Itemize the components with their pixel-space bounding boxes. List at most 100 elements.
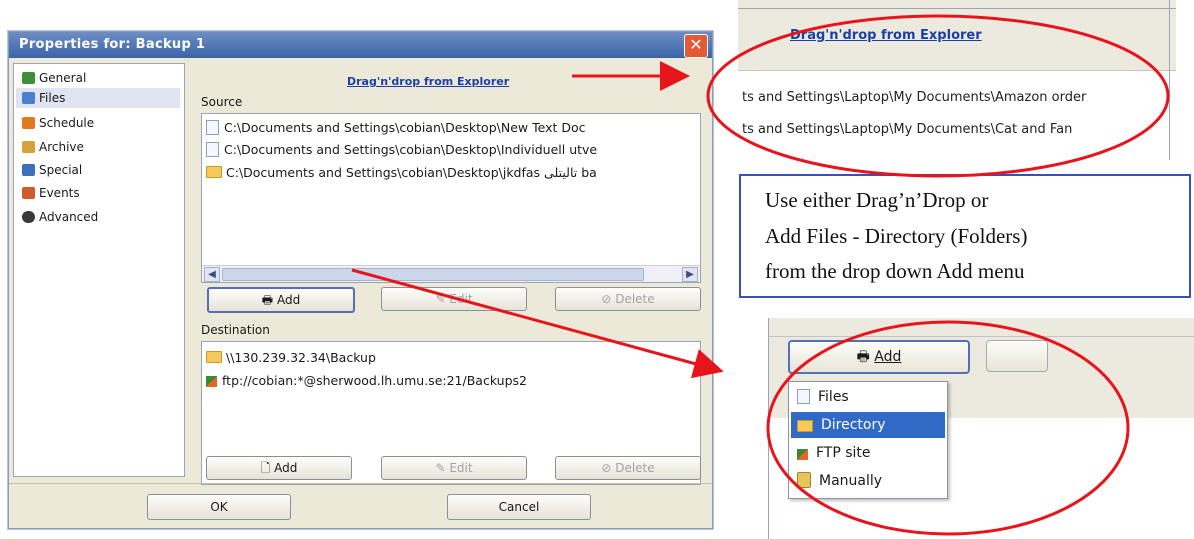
- nav-label: Archive: [39, 140, 84, 154]
- list-item[interactable]: C:\Documents and Settings\cobian\Desktop…: [206, 140, 597, 160]
- nav-item-general[interactable]: General: [16, 68, 180, 88]
- dialog-footer: OK Cancel: [9, 483, 712, 529]
- printer-icon: 🖶: [261, 293, 277, 307]
- file-icon: [206, 120, 219, 135]
- divider: [738, 8, 1176, 9]
- nav-label: Events: [39, 186, 80, 200]
- close-button[interactable]: ✕: [684, 34, 708, 58]
- printer-icon: 🖶: [856, 349, 875, 365]
- ftp-icon: [206, 376, 217, 387]
- menu-item-manually[interactable]: Manually: [791, 468, 945, 494]
- nav-label: General: [39, 71, 87, 85]
- menu-label: Directory: [821, 417, 886, 433]
- delete-icon: ⊘: [601, 461, 616, 475]
- nav-label: Special: [39, 163, 83, 177]
- zoomed-path-row[interactable]: ts and Settings\Laptop\My Documents\Cat …: [742, 122, 1072, 137]
- note-line: Add Files - Directory (Folders): [765, 224, 1028, 248]
- list-item[interactable]: \\130.239.32.34\Backup: [206, 348, 376, 368]
- button-label: Edit: [449, 292, 473, 306]
- zoomed-edit-button[interactable]: [986, 340, 1048, 372]
- folder-icon: [206, 351, 222, 363]
- zoomed-source-panel: Drag'n'drop from Explorer ts and Setting…: [738, 0, 1176, 160]
- source-delete-button[interactable]: ⊘ Delete: [555, 287, 701, 311]
- button-label: Edit: [449, 461, 473, 475]
- button-label: Add: [274, 461, 298, 475]
- zoomed-drag-drop-link[interactable]: Drag'n'drop from Explorer: [790, 28, 982, 43]
- list-item[interactable]: C:\Documents and Settings\cobian\Desktop…: [206, 118, 586, 138]
- source-label: Source: [201, 95, 243, 109]
- nav-item-events[interactable]: Events: [16, 183, 180, 203]
- edit-icon: ✎: [435, 292, 450, 306]
- new-file-icon: 🗋: [260, 461, 275, 475]
- destination-delete-button[interactable]: ⊘ Delete: [555, 456, 701, 480]
- destination-add-button[interactable]: 🗋 Add: [206, 456, 352, 480]
- edit-icon: ✎: [435, 461, 450, 475]
- folder-icon: [206, 166, 222, 178]
- destination-path: ftp://cobian:*@sherwood.lh.umu.se:21/Bac…: [222, 373, 527, 388]
- file-icon: [797, 389, 810, 404]
- properties-dialog: Properties for: Backup 1 ✕ General Files…: [8, 31, 713, 529]
- button-label: Delete: [615, 461, 655, 475]
- archive-icon: [22, 141, 35, 153]
- source-list[interactable]: C:\Documents and Settings\cobian\Desktop…: [201, 113, 701, 283]
- list-item[interactable]: C:\Documents and Settings\cobian\Desktop…: [206, 163, 597, 183]
- note-line: Use either Drag’n’Drop or: [765, 188, 989, 212]
- list-item[interactable]: ftp://cobian:*@sherwood.lh.umu.se:21/Bac…: [206, 371, 527, 391]
- button-label: Delete: [615, 292, 655, 306]
- drag-drop-link[interactable]: Drag'n'drop from Explorer: [347, 75, 509, 88]
- instruction-note: Use either Drag’n’Drop or Add Files - Di…: [739, 174, 1191, 298]
- scroll-thumb[interactable]: [222, 268, 644, 281]
- destination-path: \\130.239.32.34\Backup: [226, 350, 376, 365]
- nav-item-advanced[interactable]: Advanced: [16, 207, 180, 227]
- nav-label: Advanced: [39, 210, 99, 224]
- ok-button[interactable]: OK: [147, 494, 291, 520]
- delete-icon: ⊘: [601, 292, 616, 306]
- nav-item-files[interactable]: Files: [16, 88, 180, 108]
- source-path: C:\Documents and Settings\cobian\Desktop…: [224, 120, 586, 135]
- destination-label: Destination: [201, 323, 270, 337]
- button-label: Add: [874, 349, 902, 365]
- file-icon: [206, 142, 219, 157]
- dialog-title: Properties for: Backup 1: [19, 37, 206, 52]
- menu-label: Files: [818, 389, 849, 405]
- general-icon: [22, 72, 35, 84]
- nav-item-special[interactable]: Special: [16, 160, 180, 180]
- note-line: from the drop down Add menu: [765, 259, 1025, 283]
- divider: [1169, 0, 1170, 160]
- source-path: C:\Documents and Settings\cobian\Desktop…: [224, 142, 598, 157]
- menu-item-directory[interactable]: Directory: [791, 412, 945, 438]
- category-nav: General Files Schedule Archive Special E…: [13, 63, 185, 477]
- menu-item-ftp-site[interactable]: FTP site: [791, 440, 945, 466]
- menu-item-files[interactable]: Files: [791, 384, 945, 410]
- divider: [768, 318, 769, 539]
- files-icon: [22, 92, 35, 104]
- clipboard-icon: [797, 472, 811, 488]
- schedule-icon: [22, 117, 35, 129]
- nav-item-archive[interactable]: Archive: [16, 137, 180, 157]
- menu-label: FTP site: [816, 445, 871, 461]
- zoomed-add-button[interactable]: 🖶 Add: [788, 340, 970, 374]
- source-add-button[interactable]: 🖶 Add: [207, 287, 355, 313]
- advanced-icon: [22, 211, 35, 223]
- scroll-right-icon[interactable]: ▶: [682, 267, 698, 282]
- destination-edit-button[interactable]: ✎ Edit: [381, 456, 527, 480]
- ftp-icon: [797, 449, 808, 460]
- title-bar[interactable]: Properties for: Backup 1 ✕: [9, 32, 712, 58]
- scroll-left-icon[interactable]: ◀: [204, 267, 220, 282]
- events-icon: [22, 187, 35, 199]
- divider: [768, 336, 1194, 337]
- special-icon: [22, 164, 35, 176]
- nav-item-schedule[interactable]: Schedule: [16, 113, 180, 133]
- nav-label: Schedule: [39, 116, 95, 130]
- cancel-button[interactable]: Cancel: [447, 494, 591, 520]
- source-path: C:\Documents and Settings\cobian\Desktop…: [226, 165, 597, 180]
- button-label: Add: [276, 293, 301, 307]
- add-dropdown-menu: Files Directory FTP site Manually: [788, 381, 948, 499]
- menu-label: Manually: [819, 473, 883, 489]
- folder-icon: [797, 420, 813, 432]
- zoomed-path-row[interactable]: ts and Settings\Laptop\My Documents\Amaz…: [742, 90, 1086, 105]
- source-edit-button[interactable]: ✎ Edit: [381, 287, 527, 311]
- files-page: Drag'n'drop from Explorer Source C:\Docu…: [187, 63, 707, 485]
- zoomed-add-menu-panel: 🖶 Add Files Directory FTP site Manually: [768, 318, 1194, 539]
- horizontal-scrollbar[interactable]: ◀ ▶: [202, 265, 700, 282]
